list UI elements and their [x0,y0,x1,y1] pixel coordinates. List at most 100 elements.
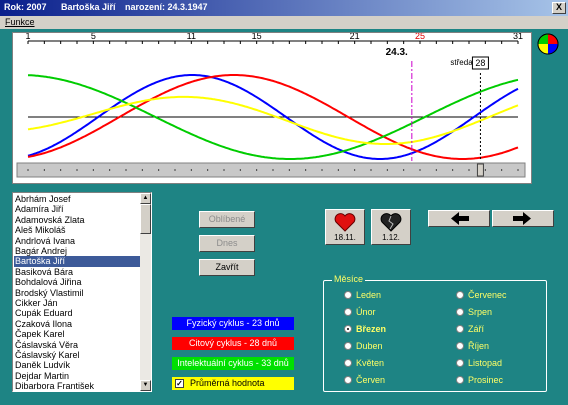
month-label: Únor [356,307,376,317]
month-label: Červenec [468,290,507,300]
month-radio-12[interactable]: Prosinec [456,374,503,386]
month-label: Listopad [468,358,503,368]
bad-day-button[interactable]: 1.12. [371,209,411,245]
month-label: Červen [356,375,386,385]
radio-button-icon[interactable] [344,308,352,316]
next-month-button[interactable] [492,210,554,227]
weekday-label: středa [450,58,473,67]
day-slider-thumb[interactable] [476,163,484,177]
radio-button-icon[interactable] [456,291,464,299]
legend-physical: Fyzický cyklus - 23 dnů [172,317,294,330]
month-radio-7[interactable]: Červenec [456,289,507,301]
title-year: Rok: 2007 [4,2,47,12]
radio-button-icon[interactable] [456,325,464,333]
title-name: Bartoška Jiří [61,2,116,12]
list-item[interactable]: Abrhám Josef [14,194,141,205]
month-radio-8[interactable]: Srpen [456,306,492,318]
scroll-thumb[interactable] [140,204,151,234]
ruler-label: 25 [415,33,425,41]
title-birth: narození: 24.3.1947 [125,2,208,12]
list-item[interactable]: Daněk Ludvík [14,360,141,371]
legend-emotional: Citový cyklus - 28 dnů [172,337,294,350]
birthday-label: 24.3. [386,47,408,58]
radio-button-icon[interactable] [344,376,352,384]
month-radio-6[interactable]: Červen [344,374,385,386]
radio-button-icon[interactable] [456,342,464,350]
month-label: Duben [356,341,383,351]
list-item[interactable]: Aleš Mikoláš [14,225,141,236]
list-item[interactable]: Cikker Ján [14,298,141,309]
radio-button-icon[interactable] [456,359,464,367]
close-button[interactable]: Zavřít [199,259,255,276]
month-radio-1[interactable]: Leden [344,289,381,301]
list-item[interactable]: Adamovská Zlata [14,215,141,226]
month-radio-11[interactable]: Listopad [456,357,502,369]
red-heart-icon [334,213,356,232]
average-checkbox[interactable]: ✓ [175,379,184,388]
ruler-label: 31 [513,33,523,41]
list-item[interactable]: Bartoška Jiří [14,256,141,268]
month-label: Srpen [468,307,493,317]
month-label: Květen [356,358,385,368]
radio-button-icon[interactable] [344,291,352,299]
list-item[interactable]: Brodský Vlastimil [14,288,141,299]
list-item[interactable]: Bohdalová Jiřina [14,277,141,288]
title-bar: Rok: 2007 Bartoška Jiří narození: 24.3.1… [0,0,568,16]
radio-button-icon[interactable] [456,308,464,316]
list-item[interactable]: Basiková Bára [14,267,141,278]
today-button[interactable]: Dnes [199,235,255,252]
month-label: Březen [356,324,387,334]
month-label: Září [468,324,485,334]
list-item[interactable]: Čapek Karel [14,329,141,340]
list-scrollbar[interactable]: ▲ ▼ [140,193,151,391]
list-item[interactable]: Czaková Ilona [14,319,141,330]
good-day-button[interactable]: 18.11. [325,209,365,245]
month-radio-10[interactable]: Říjen [456,340,489,352]
radio-button-icon[interactable] [344,359,352,367]
radio-button-icon[interactable] [456,376,464,384]
bad-day-date: 1.12. [382,233,400,242]
favorite-button[interactable]: Oblíbené [199,211,255,228]
ruler-label: 15 [252,33,262,41]
months-group: Měsíce Leden Únor Březen Duben Květen Červen Č… [323,274,547,392]
biorhythm-graph: 1 5 11 15 21 25 31 24.3. středa 28 [12,32,532,184]
month-radio-9[interactable]: Září [456,323,484,335]
selected-day-label: 28 [475,58,485,68]
list-item[interactable]: Dejdar Martin [14,371,141,382]
month-label: Říjen [468,341,490,351]
list-item[interactable]: Cupák Eduard [14,308,141,319]
month-radio-5[interactable]: Květen [344,357,384,369]
month-label: Prosinec [468,375,504,385]
good-day-date: 18.11. [334,233,356,242]
scroll-up-button[interactable]: ▲ [140,193,151,204]
ruler-label: 1 [25,33,30,41]
list-item[interactable]: Andrlová Ivana [14,236,141,247]
radio-button-icon[interactable] [344,342,352,350]
ruler-label: 5 [91,33,96,41]
color-wheel-icon [537,33,559,55]
list-item[interactable]: Čáslavská Věra [14,340,141,351]
ruler-label: 11 [187,33,196,41]
person-list[interactable]: Dibarbora František Dejdar Martin Daněk Lu… [12,192,152,392]
menu-item-funkce[interactable]: Funkce [5,17,35,27]
biorhythm-chart: 1 5 11 15 21 25 3124.3.středa 28 [16,33,526,178]
menu-bar: Funkce [0,16,568,29]
month-label: Leden [356,290,382,300]
month-radio-2[interactable]: Únor [344,306,376,318]
arrow-left-icon [451,212,469,225]
legend-intellectual: Intelektuální cyklus - 33 dnů [172,357,294,370]
legend-average-label: Průměrná hodnota [190,378,265,388]
month-radio-3[interactable]: Březen [344,323,386,335]
legend-average[interactable]: ✓ Průměrná hodnota [172,377,294,390]
list-item[interactable]: Adamíra Jiří [14,204,141,215]
list-item[interactable]: Bagár Andrej [14,246,141,257]
previous-month-button[interactable] [428,210,490,227]
scroll-down-button[interactable]: ▼ [140,380,151,391]
broken-heart-icon [380,213,402,232]
close-window-button[interactable]: X [552,2,566,14]
list-item[interactable]: Dibarbora František [14,381,141,391]
arrow-right-icon [513,212,531,225]
radio-button-icon[interactable] [344,325,352,333]
month-radio-4[interactable]: Duben [344,340,383,352]
list-item[interactable]: Čáslavský Karel [14,350,141,361]
